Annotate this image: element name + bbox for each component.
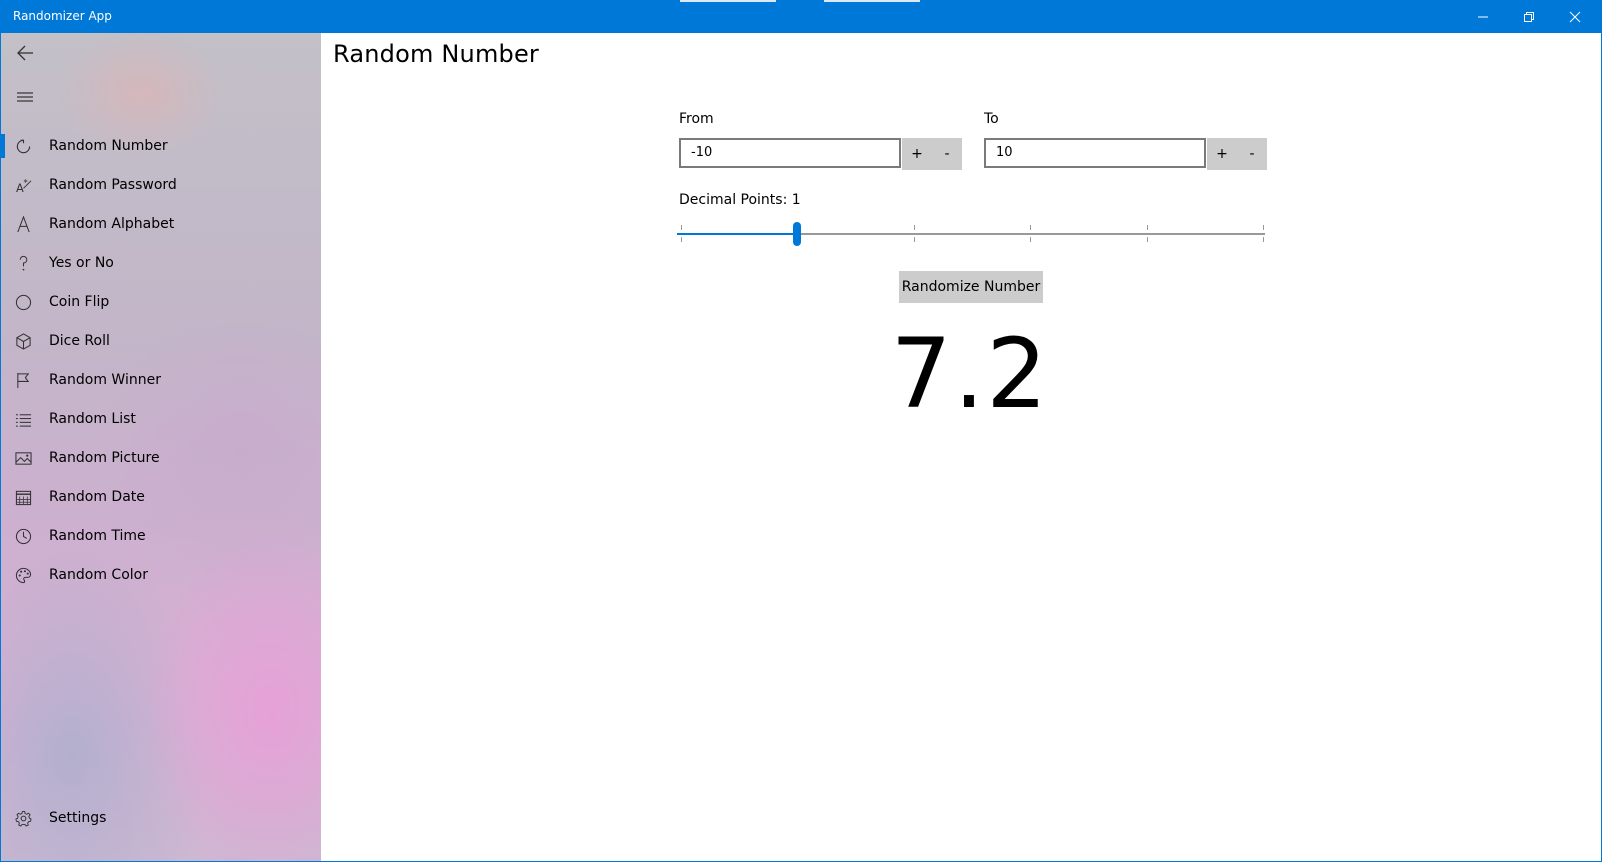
nav-item-label: Dice Roll: [49, 333, 110, 349]
nav-item-label: Coin Flip: [49, 294, 110, 310]
from-decrement-button[interactable]: -: [932, 138, 962, 170]
slider-tick: [681, 237, 682, 242]
minimize-icon: [1478, 16, 1488, 17]
slider-tick: [1030, 225, 1032, 230]
close-icon: [1569, 11, 1581, 22]
hamburger-menu-button[interactable]: [1, 77, 49, 117]
title-bar-indicator: [824, 0, 920, 2]
circle-icon: [1, 294, 45, 311]
to-decrement-button[interactable]: -: [1237, 138, 1267, 170]
to-label: To: [984, 111, 999, 127]
nav-item-label: Yes or No: [49, 255, 114, 271]
title-bar: Randomizer App: [0, 0, 1602, 33]
slider-thumb[interactable]: [793, 222, 802, 246]
dice-icon: [1, 332, 45, 350]
result-value: 7.2: [890, 318, 1050, 430]
nav-item-dice-roll[interactable]: Dice Roll: [1, 321, 321, 361]
nav-item-random-password[interactable]: A * Random Password: [1, 165, 321, 205]
clock-icon: [1, 528, 45, 545]
nav-item-random-list[interactable]: Random List: [1, 399, 321, 439]
nav-item-coin-flip[interactable]: Coin Flip: [1, 282, 321, 322]
slider-tick: [1263, 237, 1264, 242]
nav-item-random-time[interactable]: Random Time: [1, 516, 321, 556]
page-title: Random Number: [333, 40, 540, 68]
nav-item-label: Random Number: [49, 138, 168, 154]
back-button[interactable]: [1, 33, 49, 73]
flag-icon: [1, 372, 45, 389]
slider-fill: [677, 233, 798, 235]
nav-item-label: Random List: [49, 411, 136, 427]
nav-item-random-number[interactable]: Random Number: [1, 126, 321, 166]
randomize-number-button[interactable]: Randomize Number: [899, 271, 1043, 303]
nav-item-label: Random Picture: [49, 450, 160, 466]
nav-item-random-date[interactable]: Random Date: [1, 477, 321, 517]
app-title: Randomizer App: [13, 9, 112, 23]
from-stepper: + -: [902, 138, 962, 170]
title-bar-indicator: [680, 0, 776, 2]
letter-a-icon: [1, 215, 45, 233]
nav-item-label: Settings: [49, 810, 107, 826]
slider-tick: [1146, 225, 1148, 230]
palette-icon: [1, 567, 45, 584]
nav-item-settings[interactable]: Settings: [1, 798, 321, 838]
slider-tick: [913, 225, 915, 230]
calendar-icon: [1, 489, 45, 506]
nav-item-random-alphabet[interactable]: Random Alphabet: [1, 204, 321, 244]
from-increment-button[interactable]: +: [902, 138, 932, 170]
minimize-button[interactable]: [1460, 0, 1506, 33]
nav-item-random-color[interactable]: Random Color: [1, 555, 321, 595]
list-icon: [1, 411, 45, 428]
to-stepper: + -: [1207, 138, 1267, 170]
password-icon: A *: [1, 177, 45, 194]
slider-tick: [681, 225, 682, 230]
slider-tick: [1030, 237, 1032, 242]
hamburger-icon: [17, 92, 33, 102]
window-border: [0, 0, 1, 862]
question-mark-icon: [1, 255, 45, 272]
to-input[interactable]: 10: [984, 138, 1206, 168]
to-increment-button[interactable]: +: [1207, 138, 1237, 170]
svg-text:*: *: [23, 178, 27, 188]
from-input[interactable]: -10: [679, 138, 901, 168]
slider-tick: [1146, 237, 1148, 242]
nav-item-label: Random Color: [49, 567, 148, 583]
nav-item-label: Random Alphabet: [49, 216, 175, 232]
restore-button[interactable]: [1506, 0, 1552, 33]
close-button[interactable]: [1552, 0, 1598, 33]
from-label: From: [679, 111, 714, 127]
decimal-points-label: Decimal Points: 1: [679, 192, 801, 208]
navigation-pane: Random Number A * Random Password Random …: [1, 33, 321, 861]
gear-icon: [1, 810, 45, 827]
nav-item-label: Random Time: [49, 528, 146, 544]
nav-item-label: Random Date: [49, 489, 145, 505]
selection-indicator: [1, 134, 5, 158]
nav-item-random-winner[interactable]: Random Winner: [1, 360, 321, 400]
slider-tick: [913, 237, 915, 242]
nav-item-label: Random Winner: [49, 372, 161, 388]
restore-icon: [1524, 11, 1534, 22]
back-arrow-icon: [17, 45, 33, 61]
refresh-icon: [1, 138, 45, 155]
nav-item-label: Random Password: [49, 177, 177, 193]
slider-tick: [1263, 225, 1264, 230]
picture-icon: [1, 450, 45, 467]
nav-item-yes-or-no[interactable]: Yes or No: [1, 243, 321, 283]
nav-item-random-picture[interactable]: Random Picture: [1, 438, 321, 478]
